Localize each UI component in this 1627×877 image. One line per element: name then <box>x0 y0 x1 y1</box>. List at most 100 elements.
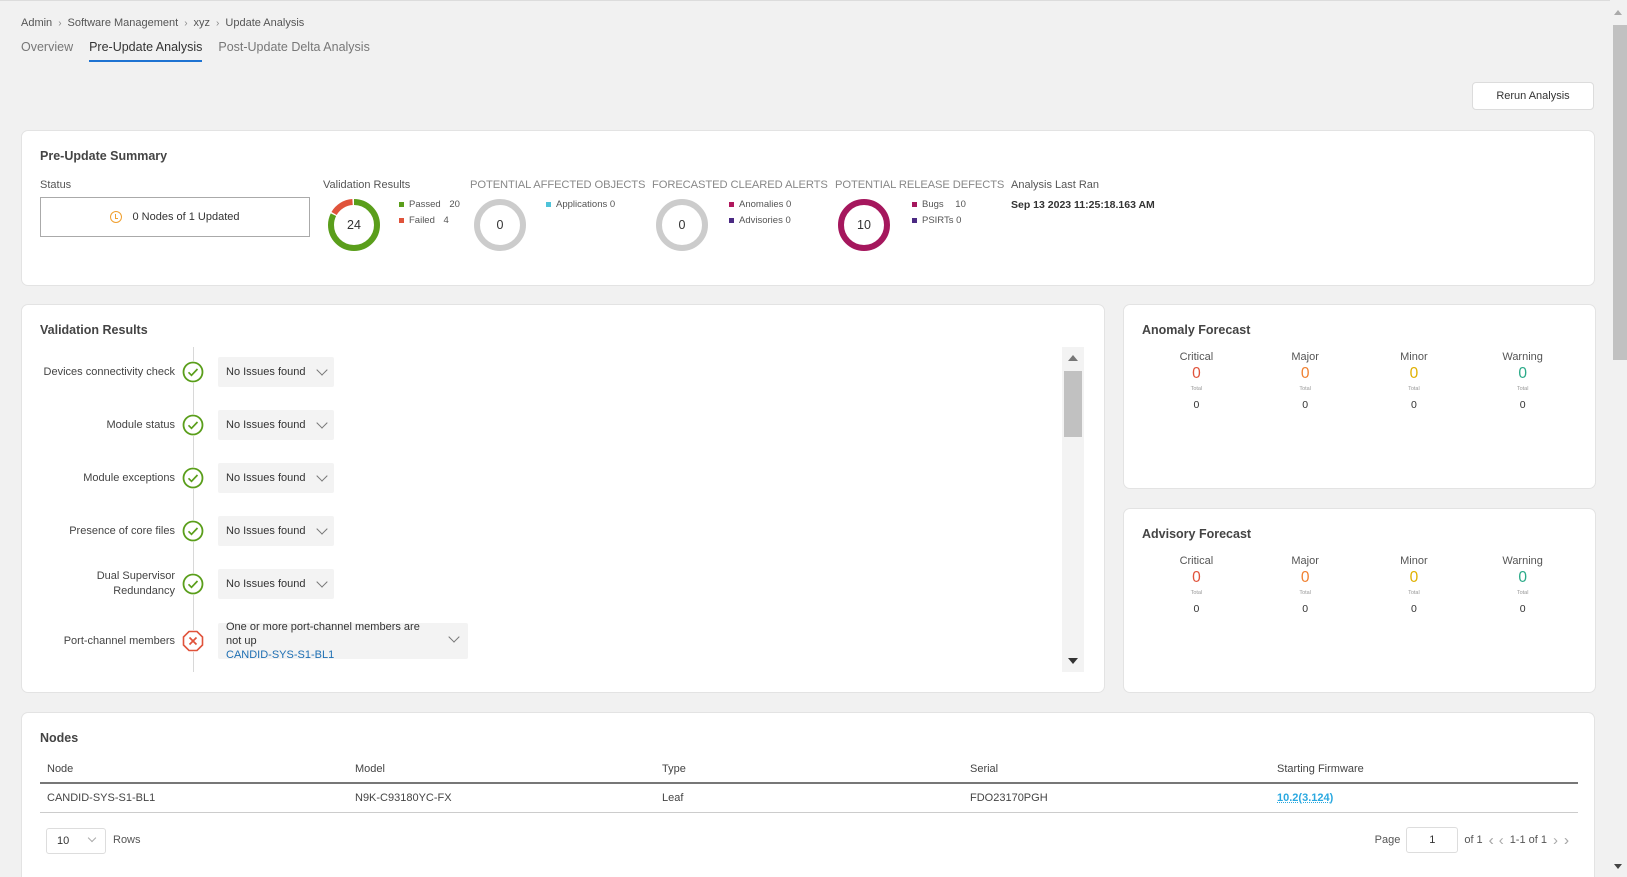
forecast-total-label: Total <box>1299 386 1311 392</box>
next-page-icon[interactable]: › <box>1553 832 1558 849</box>
legend-swatch-passed <box>399 201 404 207</box>
tab-overview[interactable]: Overview <box>21 40 73 62</box>
scroll-down-icon[interactable] <box>1614 864 1622 869</box>
status-box: 0 Nodes of 1 Updated <box>40 197 310 237</box>
col-node[interactable]: Node <box>40 755 348 784</box>
legend-failed: Failed 4 <box>399 213 460 229</box>
validation-item-name: Dual Supervisor Redundancy <box>96 570 175 597</box>
status-text: 0 Nodes of 1 Updated <box>132 211 240 223</box>
legend-swatch-failed <box>399 217 404 223</box>
forecast-subcount: 0 <box>1193 603 1200 615</box>
validation-item-name: Port-channel members <box>63 634 175 647</box>
scroll-down-icon[interactable] <box>1068 658 1078 664</box>
chevron-down-icon <box>315 470 328 482</box>
col-serial[interactable]: Serial <box>963 755 1270 784</box>
validation-result-dropdown[interactable]: No Issues found <box>218 357 334 387</box>
validation-item: Presence of core files No Issues found <box>22 516 1062 546</box>
validation-item-name: Presence of core files <box>69 524 175 537</box>
scroll-up-icon[interactable] <box>1614 10 1622 15</box>
page-of-label: of 1 <box>1464 834 1483 846</box>
forecast-severity-label: Minor <box>1400 351 1428 363</box>
validation-result-dropdown[interactable]: One or more port-channel members are not… <box>218 621 468 662</box>
tab-pre-update-analysis[interactable]: Pre-Update Analysis <box>89 40 203 62</box>
legend-passed: Passed 20 <box>399 197 460 213</box>
forecast-total-label: Total <box>1299 590 1311 596</box>
forecast-severity-label: Major <box>1291 555 1319 567</box>
breadcrumb: Admin › Software Management › xyz › Upda… <box>21 17 304 29</box>
chevron-down-icon <box>315 417 328 429</box>
breadcrumb-admin[interactable]: Admin <box>21 17 52 29</box>
forecast-severity-label: Critical <box>1179 555 1214 567</box>
forecast-subcount: 0 <box>1302 603 1309 615</box>
nodes-title: Nodes <box>40 731 79 745</box>
defects-legend: Bugs 10 PSIRTs 0 <box>912 197 966 229</box>
rerun-analysis-button[interactable]: Rerun Analysis <box>1472 82 1594 110</box>
advisory-grid: Critical 0 Total 0 Major 0 Total 0 Minor 0 Total 0 W… <box>1142 555 1577 615</box>
scroll-up-icon[interactable] <box>1068 355 1078 361</box>
page-scrollbar[interactable] <box>1610 0 1627 877</box>
chevron-right-icon: › <box>184 17 188 29</box>
validation-results-card: Validation Results Devices connectivity … <box>21 304 1105 693</box>
chevron-down-icon <box>315 364 328 376</box>
validation-item: Module exceptions No Issues found <box>22 463 1062 493</box>
scroll-thumb[interactable] <box>1613 25 1627 360</box>
table-row[interactable]: CANDID-SYS-S1-BL1 N9K-C93180YC-FX Leaf F… <box>40 783 1578 813</box>
validation-title: Validation Results <box>40 323 148 337</box>
validation-result-dropdown[interactable]: No Issues found <box>218 569 334 599</box>
page-input[interactable] <box>1406 827 1459 853</box>
last-ran-label: Analysis Last Ran <box>1011 179 1100 191</box>
forecast-major: Major 0 Total 0 <box>1251 351 1360 411</box>
affected-caption: POTENTIAL AFFECTED OBJECTS <box>470 179 646 191</box>
validation-result-text: No Issues found <box>226 472 306 484</box>
legend-bugs: Bugs 10 <box>912 197 966 213</box>
forecast-warning: Warning 0 Total 0 <box>1468 555 1577 615</box>
scroll-thumb[interactable] <box>1064 371 1082 437</box>
legend-psirts: PSIRTs 0 <box>912 213 966 229</box>
validation-legend: Passed 20 Failed 4 <box>399 197 460 229</box>
pre-update-summary-card: Pre-Update Summary Status 0 Nodes of 1 U… <box>21 130 1595 286</box>
validation-scrollbar[interactable] <box>1062 347 1084 672</box>
forecast-total-label: Total <box>1408 386 1420 392</box>
validation-result-dropdown[interactable]: No Issues found <box>218 410 334 440</box>
forecast-total-label: Total <box>1516 590 1529 596</box>
forecast-subcount: 0 <box>1193 399 1200 411</box>
forecast-severity-label: Warning <box>1502 555 1543 567</box>
forecast-count: 0 <box>1409 569 1419 586</box>
legend-swatch-psirts <box>912 217 917 223</box>
cleared-caption: FORECASTED CLEARED ALERTS <box>652 179 828 191</box>
forecast-count: 0 <box>1192 365 1201 382</box>
forecast-major: Major 0 Total 0 <box>1251 555 1360 615</box>
legend-advisories: Advisories 0 <box>729 213 791 229</box>
forecast-total-label: Total <box>1516 386 1529 392</box>
validation-result-text: No Issues found <box>226 366 306 378</box>
cleared-legend: Anomalies 0 Advisories 0 <box>729 197 791 229</box>
node-link[interactable]: CANDID-SYS-S1-BL1 <box>226 648 334 662</box>
col-starting-firmware[interactable]: Starting Firmware <box>1270 755 1578 784</box>
col-model[interactable]: Model <box>348 755 655 784</box>
validation-result-text: No Issues found <box>226 419 306 431</box>
cell-firmware: 10.2(3.124) <box>1270 783 1578 813</box>
validation-result-dropdown[interactable]: No Issues found <box>218 463 334 493</box>
validation-item: Module status No Issues found <box>22 410 1062 440</box>
advisory-forecast-card: Advisory Forecast Critical 0 Total 0 Major 0 T… <box>1123 508 1596 693</box>
legend-applications: Applications 0 <box>546 197 615 213</box>
nodes-table: Node Model Type Serial Starting Firmware… <box>40 755 1578 813</box>
legend-swatch-applications <box>546 201 551 207</box>
forecast-subcount: 0 <box>1519 603 1526 615</box>
breadcrumb-software-management[interactable]: Software Management <box>68 17 179 29</box>
cell-serial: FDO23170PGH <box>963 783 1270 813</box>
tab-bar: Overview Pre-Update Analysis Post-Update… <box>21 40 370 62</box>
breadcrumb-xyz[interactable]: xyz <box>194 17 211 29</box>
prev-page-icon[interactable]: ‹ <box>1499 832 1504 849</box>
forecast-minor: Minor 0 Total 0 <box>1360 555 1469 615</box>
rows-per-page-select[interactable]: 10 <box>46 828 106 854</box>
forecast-subcount: 0 <box>1302 399 1309 411</box>
tab-post-update-delta-analysis[interactable]: Post-Update Delta Analysis <box>218 40 369 62</box>
col-type[interactable]: Type <box>655 755 963 784</box>
check-circle-icon <box>182 573 204 595</box>
defects-caption: POTENTIAL RELEASE DEFECTS <box>835 179 1005 191</box>
page-label: Page <box>1374 834 1401 846</box>
validation-result-dropdown[interactable]: No Issues found <box>218 516 334 546</box>
forecast-severity-label: Warning <box>1502 351 1543 363</box>
firmware-link[interactable]: 10.2(3.124) <box>1277 792 1333 804</box>
